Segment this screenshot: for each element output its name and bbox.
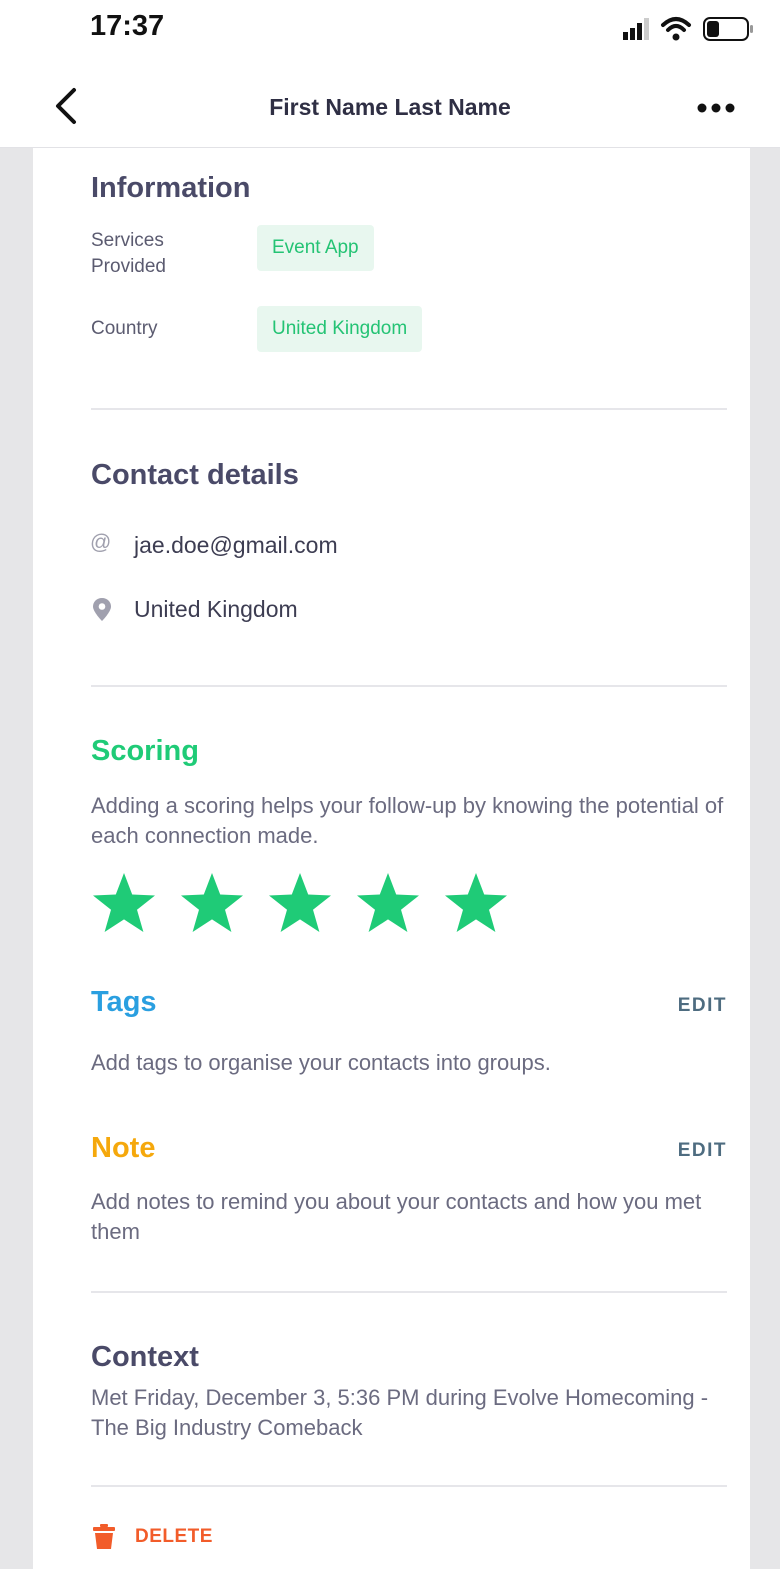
info-row-country: Country United Kingdom	[91, 306, 727, 360]
contact-email-row[interactable]: @ jae.doe@gmail.com	[90, 531, 727, 562]
divider	[91, 1485, 727, 1487]
star-icon[interactable]	[443, 871, 509, 935]
information-section: Information	[91, 172, 727, 205]
contact-email[interactable]: jae.doe@gmail.com	[134, 532, 338, 559]
tags-description-block: Add tags to organise your contacts into …	[91, 1048, 727, 1078]
contact-location: United Kingdom	[134, 596, 298, 622]
info-row-services: Services Provided Event App	[91, 225, 727, 288]
contact-location-row: United Kingdom	[91, 596, 727, 626]
note-description-block: Add notes to remind you about your conta…	[91, 1187, 727, 1247]
tags-heading: Tags	[91, 986, 157, 1018]
page-title: First Name Last Name	[269, 94, 511, 120]
context-description: Met Friday, December 3, 5:36 PM during E…	[91, 1385, 709, 1440]
divider	[91, 685, 727, 687]
divider	[91, 408, 727, 410]
star-icon[interactable]	[179, 871, 245, 935]
tags-description: Add tags to organise your contacts into …	[91, 1050, 551, 1075]
context-section: Context	[91, 1341, 727, 1374]
scoring-description-block: Adding a scoring helps your follow-up by…	[91, 791, 727, 851]
star-rating[interactable]	[91, 871, 509, 935]
map-pin-icon	[93, 598, 111, 621]
star-icon[interactable]	[91, 871, 157, 935]
scoring-description: Adding a scoring helps your follow-up by…	[91, 793, 724, 848]
note-heading: Note	[91, 1132, 156, 1164]
star-icon[interactable]	[355, 871, 421, 935]
information-heading: Information	[91, 172, 251, 204]
contact-card: Information Services Provided Event App …	[33, 148, 750, 1569]
battery-icon	[703, 17, 753, 41]
note-description: Add notes to remind you about your conta…	[91, 1189, 702, 1244]
signal-icon	[623, 18, 649, 40]
tags-section: Tags EDIT	[91, 986, 727, 1026]
star-icon[interactable]	[267, 871, 333, 935]
status-bar: 17:37	[0, 0, 780, 60]
contact-details-heading: Contact details	[91, 459, 299, 491]
trash-icon	[93, 1524, 115, 1549]
note-edit-button[interactable]: EDIT	[678, 1140, 727, 1162]
services-chip: Event App	[257, 225, 374, 271]
scoring-section: Scoring	[91, 735, 727, 768]
more-dots-icon	[697, 103, 735, 113]
context-heading: Context	[91, 1341, 199, 1373]
more-options-button[interactable]	[694, 96, 744, 120]
status-icons	[623, 14, 758, 44]
wifi-icon	[661, 17, 691, 41]
contact-details-section: Contact details	[91, 459, 727, 492]
delete-label[interactable]: DELETE	[135, 1526, 213, 1548]
tags-edit-button[interactable]: EDIT	[678, 995, 727, 1017]
context-description-block: Met Friday, December 3, 5:36 PM during E…	[91, 1383, 727, 1443]
navigation-bar: First Name Last Name	[0, 60, 780, 148]
scoring-heading: Scoring	[91, 735, 199, 767]
status-time: 17:37	[90, 10, 165, 42]
scroll-area[interactable]: Information Services Provided Event App …	[0, 148, 780, 1569]
country-chip: United Kingdom	[257, 306, 423, 352]
info-label-country: Country	[91, 318, 158, 339]
divider	[91, 1291, 727, 1293]
note-section: Note EDIT	[91, 1132, 727, 1172]
at-sign-icon: @	[90, 531, 112, 554]
info-label-services: Services Provided	[91, 230, 166, 277]
